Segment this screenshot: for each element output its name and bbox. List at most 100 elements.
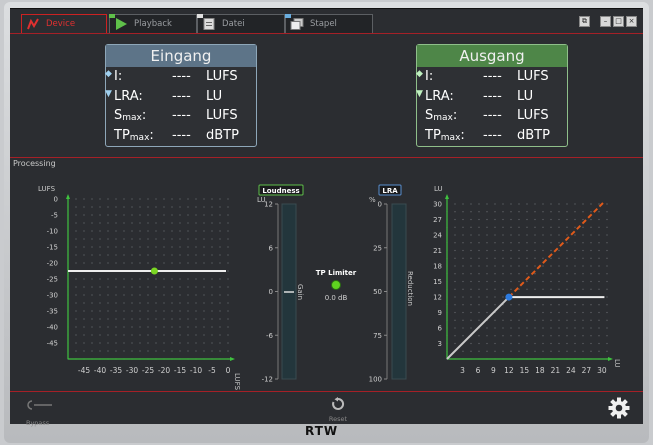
grid-dot xyxy=(462,249,464,252)
grid-dot xyxy=(75,302,77,304)
grid-dot xyxy=(598,350,600,352)
output-row-i: ◆ I: ---- LUFS xyxy=(416,67,567,87)
grid-dot xyxy=(510,327,512,329)
grid-dot xyxy=(147,334,149,336)
gear-icon xyxy=(608,397,630,419)
grid-dot xyxy=(518,311,520,314)
grid-dot xyxy=(147,222,149,224)
grid-dot xyxy=(582,249,584,252)
grid-dot xyxy=(155,278,157,280)
grid-dot xyxy=(494,242,496,244)
grid-dot xyxy=(606,218,608,221)
grid-dot xyxy=(115,342,117,344)
grid-dot xyxy=(486,203,488,205)
grid-dot xyxy=(123,310,125,312)
grid-dot xyxy=(163,286,165,288)
grid-dot xyxy=(139,334,141,336)
grid-dot xyxy=(115,318,117,320)
grid-dot xyxy=(566,280,568,283)
stack-icon xyxy=(290,18,304,30)
grid-dot xyxy=(518,335,520,337)
bypass-button[interactable]: Bypass xyxy=(26,396,62,427)
tab-playback[interactable]: Playback xyxy=(109,14,197,33)
grid-dot xyxy=(171,278,173,280)
grid-dot xyxy=(518,203,520,205)
grid-dot xyxy=(195,286,197,288)
grid-dot xyxy=(454,304,456,306)
grid-dot xyxy=(526,342,528,345)
grid-dot xyxy=(510,319,512,321)
grid-dot xyxy=(526,218,528,221)
grid-dot xyxy=(99,294,101,296)
grid-dot xyxy=(99,326,101,328)
tab-datei[interactable]: Datei xyxy=(197,14,285,33)
grid-dot xyxy=(526,211,528,213)
row-label: Smax: xyxy=(114,108,147,123)
grid-dot xyxy=(155,350,157,352)
settings-button[interactable] xyxy=(608,397,630,419)
close-button[interactable]: × xyxy=(626,16,637,27)
maximize-button[interactable]: □ xyxy=(613,16,624,27)
grid-dot xyxy=(131,214,133,216)
grid-dot xyxy=(195,238,197,240)
grid-dot xyxy=(219,230,221,232)
meter-unit: % xyxy=(369,196,376,204)
grid-dot xyxy=(219,254,221,256)
grid-dot xyxy=(526,335,528,337)
reset-button[interactable]: Reset xyxy=(323,396,353,423)
grid-dot xyxy=(502,226,504,228)
grid-dot xyxy=(534,249,536,252)
tab-corner xyxy=(109,14,115,18)
grid-dot xyxy=(518,350,520,352)
grid-dot xyxy=(227,246,229,248)
grid-dot xyxy=(542,304,544,306)
grid-dot xyxy=(478,242,480,244)
grid-dot xyxy=(582,304,584,306)
grid-dot xyxy=(179,198,181,200)
grid-dot xyxy=(107,318,109,320)
grid-dot xyxy=(590,211,592,213)
grid-dot xyxy=(542,311,544,314)
grid-dot xyxy=(590,311,592,314)
grid-dot xyxy=(91,262,93,264)
grid-dot xyxy=(534,234,536,236)
grid-dot xyxy=(534,257,536,259)
grid-dot xyxy=(486,226,488,228)
y-tick-label: 9 xyxy=(438,309,442,317)
grid-dot xyxy=(227,270,229,272)
grid-dot xyxy=(171,222,173,224)
tab-device[interactable]: Device xyxy=(21,14,107,33)
grid-dot xyxy=(147,286,149,288)
grid-dot xyxy=(107,254,109,256)
grid-dot xyxy=(566,319,568,321)
grid-dot xyxy=(550,335,552,337)
tab-stapel[interactable]: Stapel xyxy=(285,14,373,33)
grid-dot xyxy=(115,214,117,216)
minimize-button[interactable]: – xyxy=(600,16,611,27)
restore-icon[interactable]: ⧉ xyxy=(579,16,590,27)
grid-dot xyxy=(211,222,213,224)
grid-dot xyxy=(606,203,608,205)
grid-dot xyxy=(470,203,472,205)
target-level-handle[interactable] xyxy=(150,267,158,275)
grid-dot xyxy=(115,326,117,328)
arrow-up-icon xyxy=(445,194,449,199)
grid-dot xyxy=(155,310,157,312)
grid-dot xyxy=(219,318,221,320)
grid-dot xyxy=(195,326,197,328)
grid-dot xyxy=(582,218,584,221)
grid-dot xyxy=(574,273,576,275)
grid-dot xyxy=(598,234,600,236)
grid-dot xyxy=(454,249,456,252)
meter-tick-labels: 12 6 0 -6 -12 xyxy=(262,201,278,384)
grid-dot xyxy=(179,294,181,296)
grid-dot xyxy=(606,319,608,321)
grid-dot xyxy=(187,262,189,264)
grid-dot xyxy=(542,203,544,205)
grid-dot xyxy=(75,294,77,296)
grid-dot xyxy=(550,234,552,236)
x-tick-label: -25 xyxy=(142,366,154,375)
lra-knee-handle[interactable] xyxy=(505,293,513,301)
grid-dot xyxy=(115,222,117,224)
tab-device-label: Device xyxy=(46,19,76,29)
